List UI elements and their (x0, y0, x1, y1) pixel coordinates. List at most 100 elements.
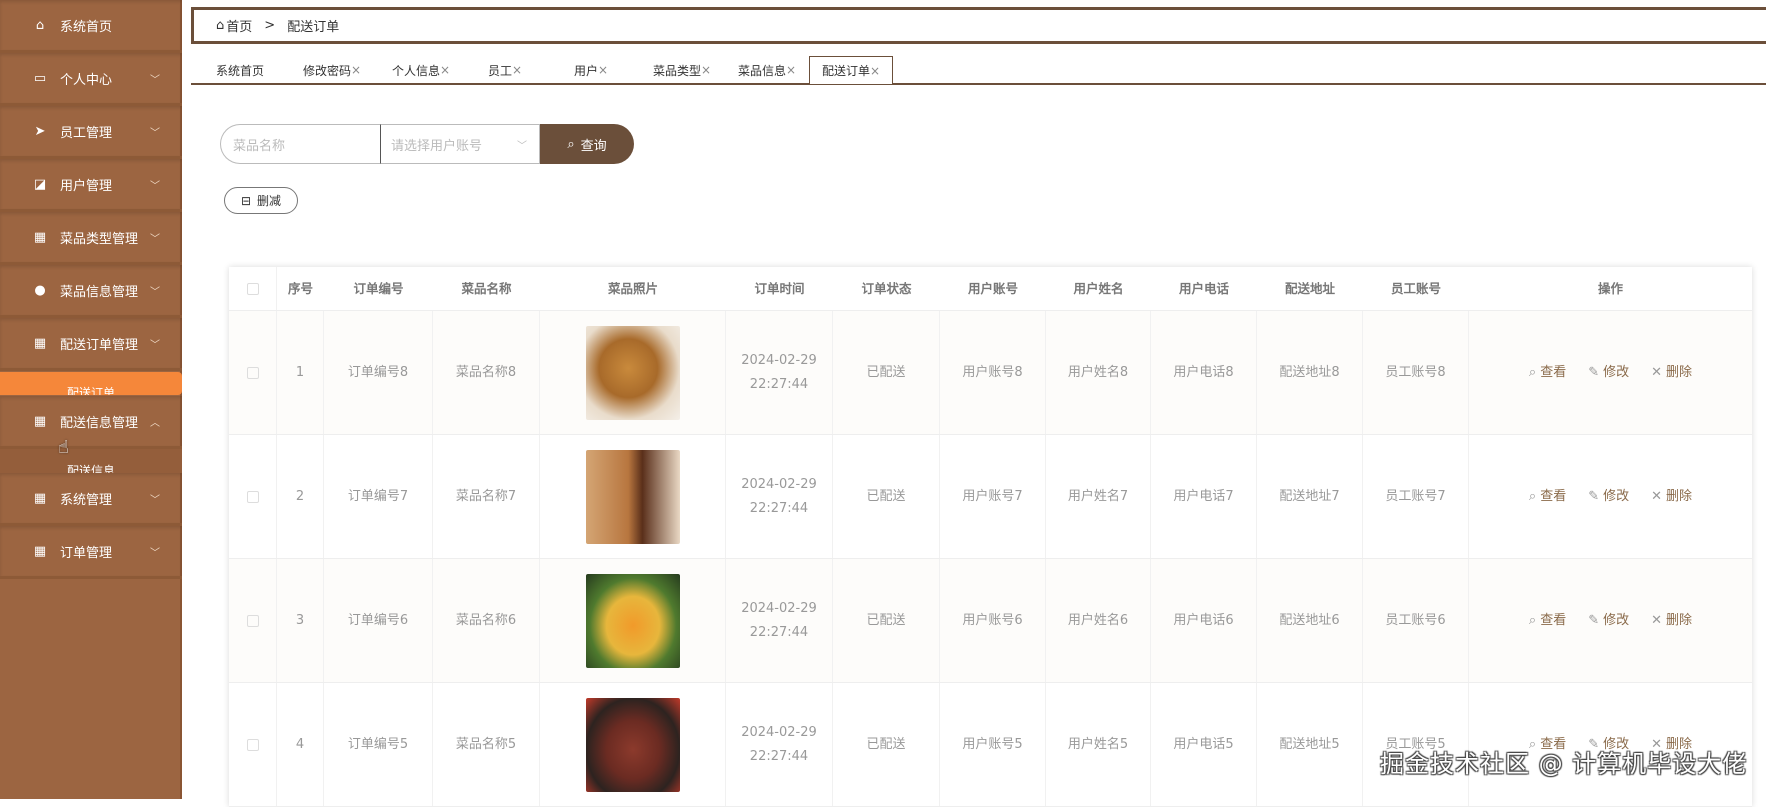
dish-cell: 菜品名称8 (433, 311, 540, 434)
hand-cursor-icon: ☝ (58, 437, 69, 458)
sidebar-item-label: 配送信息管理 (60, 415, 139, 431)
row-checkbox[interactable] (246, 366, 259, 379)
name: 用户姓名5 (1067, 736, 1129, 752)
sidebar-item-label: 菜品信息管理 (60, 284, 139, 300)
row-select-cell[interactable] (229, 435, 277, 558)
sidebar-item-delivery-orders[interactable]: ▦ 配送订单管理 ﹀ (0, 318, 182, 371)
row-checkbox[interactable] (246, 738, 259, 751)
dish-name-input[interactable]: 菜品名称 (220, 124, 380, 164)
edit-label: 修改 (1603, 364, 1630, 380)
submenu-delivery-info[interactable]: 配送信息 (0, 449, 182, 473)
tab-label: 菜品类型 (652, 63, 701, 78)
sidebar-item-users[interactable]: ◪ 用户管理 ﹀ (0, 159, 182, 212)
name-cell: 用户姓名5 (1046, 683, 1151, 806)
sidebar-item-staff[interactable]: ➤ 员工管理 ﹀ (0, 106, 182, 159)
tab-3[interactable]: 员工 × (467, 56, 543, 84)
phone: 用户电话6 (1173, 612, 1234, 628)
submenu-label: 配送订单 (66, 386, 115, 395)
column-header: 菜品照片 (540, 267, 726, 310)
name-cell: 用户姓名8 (1046, 311, 1151, 434)
close-icon[interactable]: × (598, 63, 608, 77)
close-icon[interactable]: × (786, 63, 796, 77)
edit-label: 修改 (1603, 488, 1630, 504)
sidebar-item-orders[interactable]: ▦ 订单管理 ﹀ (0, 526, 182, 579)
edit-label: 修改 (1603, 612, 1630, 628)
search-button[interactable]: ⌕ 查询 (540, 124, 634, 164)
address: 配送地址6 (1279, 612, 1340, 628)
tab-1[interactable]: 修改密码 × (289, 56, 375, 84)
dish: 菜品名称7 (455, 488, 517, 504)
dish-photo[interactable] (585, 325, 680, 420)
tab-0[interactable]: 系统首页 (191, 56, 289, 84)
address: 配送地址8 (1279, 364, 1340, 380)
column-header: 订单状态 (833, 267, 940, 310)
sidebar-item-home[interactable]: ⌂ 系统首页 (0, 0, 182, 53)
tab-4[interactable]: 用户 × (543, 56, 639, 84)
close-icon[interactable]: × (512, 63, 522, 77)
breadcrumb-home[interactable]: 首页 (226, 16, 252, 35)
row-select-cell[interactable] (229, 683, 277, 806)
dish-cell: 菜品名称7 (433, 435, 540, 558)
chevron-down-icon: ﹀ (150, 494, 160, 506)
row-checkbox[interactable] (246, 490, 259, 503)
column-header: 订单时间 (726, 267, 833, 310)
tab-label: 个人信息 (391, 63, 440, 78)
index-cell: 2 (277, 435, 324, 558)
submenu-delivery-orders[interactable]: 配送订单 (0, 372, 182, 395)
chevron-down-icon: ﹀ (150, 339, 160, 351)
close-icon[interactable]: × (870, 64, 880, 78)
close-icon[interactable]: × (440, 63, 450, 77)
status: 已配送 (866, 612, 906, 628)
close-icon: ✕ (1651, 364, 1663, 380)
view-button[interactable]: ⌕ 查看 (1529, 361, 1566, 385)
view-button[interactable]: ⌕ 查看 (1529, 485, 1566, 509)
close-icon[interactable]: × (701, 63, 711, 77)
account: 用户账号6 (962, 612, 1023, 628)
edit-icon: ✎ (1588, 488, 1600, 504)
column-header-label: 序号 (287, 280, 313, 296)
sidebar-item-dish-types[interactable]: ▦ 菜品类型管理 ﹀ (0, 212, 182, 265)
dish-photo[interactable] (585, 449, 680, 544)
close-icon[interactable]: × (351, 63, 361, 77)
order_no-cell: 订单编号5 (324, 683, 433, 806)
dish-photo[interactable] (585, 697, 680, 792)
sidebar-item-label: 系统首页 (60, 19, 113, 35)
status: 已配送 (866, 364, 906, 380)
sidebar-item-system[interactable]: ▦ 系统管理 ﹀ (0, 473, 182, 526)
tab-6[interactable]: 菜品信息 × (725, 56, 809, 84)
phone-cell: 用户电话5 (1151, 683, 1257, 806)
name: 用户姓名8 (1067, 364, 1129, 380)
sidebar-item-label: 个人中心 (60, 72, 113, 88)
tab-7[interactable]: 配送订单 × (809, 56, 893, 84)
tab-label: 修改密码 (302, 63, 351, 78)
select-all-cell[interactable] (229, 267, 277, 310)
row-select-cell[interactable] (229, 311, 277, 434)
delete-label: 删除 (1666, 488, 1693, 504)
row-checkbox[interactable] (246, 614, 259, 627)
row-select-cell[interactable] (229, 559, 277, 682)
delete-button[interactable]: ✕ 删除 (1651, 361, 1692, 385)
phone-cell: 用户电话8 (1151, 311, 1257, 434)
sidebar-item-personal[interactable]: ▭ 个人中心 ﹀ (0, 53, 182, 106)
tab-5[interactable]: 菜品类型 × (639, 56, 725, 84)
index: 2 (295, 488, 305, 504)
view-label: 查看 (1540, 488, 1567, 504)
sidebar-item-delivery-info[interactable]: ▦ 配送信息管理 ︿ (0, 396, 182, 449)
delete-button[interactable]: ⊟ 删减 (224, 187, 298, 214)
select-all-checkbox[interactable] (246, 282, 259, 295)
delete-button[interactable]: ✕ 删除 (1651, 485, 1692, 509)
delete-button[interactable]: ✕ 删除 (1651, 609, 1692, 633)
column-header: 员工账号 (1363, 267, 1469, 310)
user-account-select[interactable]: 请选择用户账号 ﹀ (380, 124, 540, 164)
order_no: 订单编号6 (347, 612, 409, 628)
dish-cell: 菜品名称5 (433, 683, 540, 806)
sidebar-item-dish-info[interactable]: ● 菜品信息管理 ﹀ (0, 265, 182, 318)
edit-button[interactable]: ✎ 修改 (1588, 485, 1629, 509)
edit-button[interactable]: ✎ 修改 (1588, 609, 1629, 633)
view-button[interactable]: ⌕ 查看 (1529, 609, 1566, 633)
tab-2[interactable]: 个人信息 × (375, 56, 467, 84)
edit-button[interactable]: ✎ 修改 (1588, 361, 1629, 385)
dish-photo[interactable] (585, 573, 680, 668)
chevron-down-icon: ﹀ (150, 127, 160, 139)
orders-table: 序号 订单编号 菜品名称 菜品照片 订单时间 订单状态 用户账号 用户姓名 用户电话 配送地址 员工… (229, 267, 1752, 807)
